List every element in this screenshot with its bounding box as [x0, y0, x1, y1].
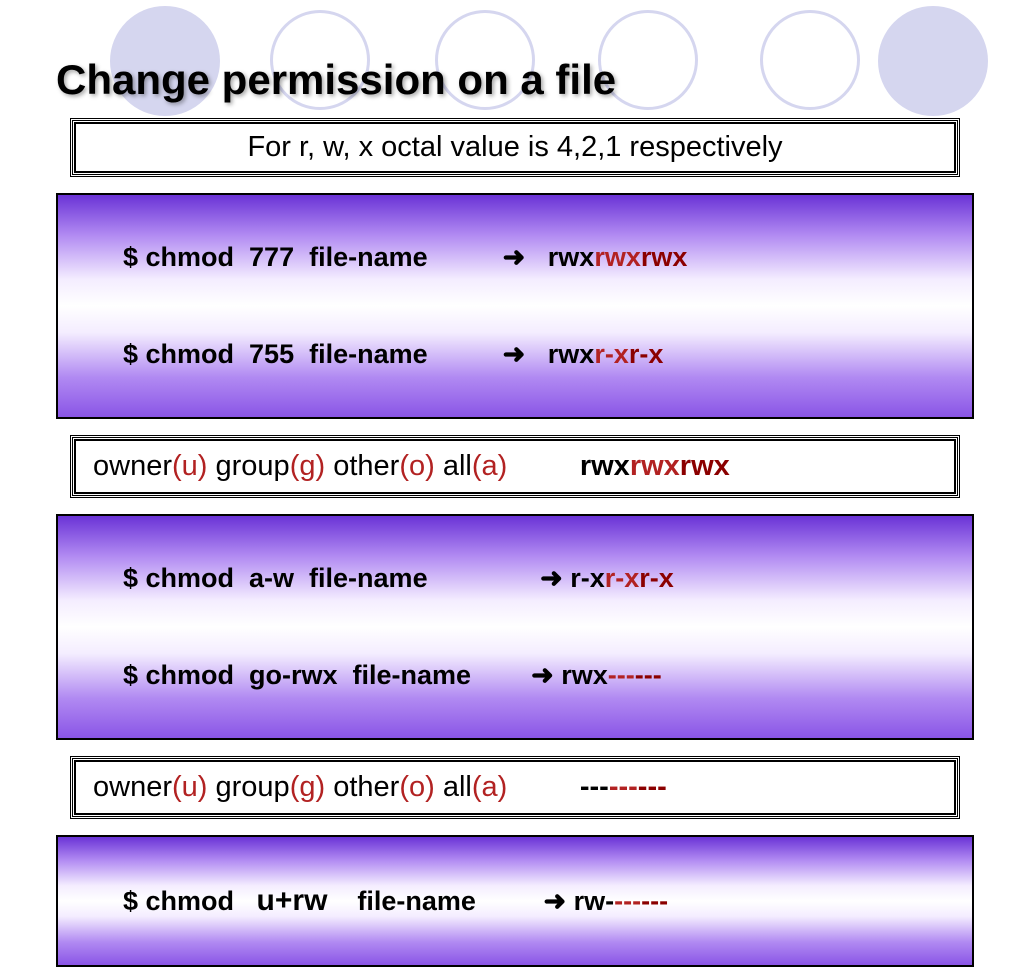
perm-owner: rwx [548, 242, 595, 272]
chmod-777-line: $ chmod 777 file-name ➜ rwxrwxrwx [78, 211, 952, 304]
slide-content: Change permission on a file For r, w, x … [0, 0, 1024, 967]
legend-text: owner(u) group(g) other(o) all(a) [93, 771, 515, 803]
perm-group: --- [608, 660, 635, 690]
cmd-text: $ chmod 777 file-name [123, 242, 428, 272]
chmod-octal-examples: $ chmod 777 file-name ➜ rwxrwxrwx $ chmo… [56, 193, 974, 419]
legend-group-code: (g) [290, 771, 325, 803]
perm-other: --- [641, 886, 668, 916]
legend-owner-code: (u) [172, 450, 207, 482]
legend-group-code: (g) [290, 450, 325, 482]
legend-other: other [333, 771, 399, 803]
perm-group: --- [614, 886, 641, 916]
legend-all-code: (a) [472, 771, 507, 803]
legend-classes-2: owner(u) group(g) other(o) all(a) ------… [70, 756, 960, 819]
arrow-icon: ➜ [503, 242, 526, 272]
perm-owner: --- [580, 771, 609, 803]
legend-other: other [333, 450, 399, 482]
chmod-symbolic-examples: $ chmod a-w file-name ➜ r-xr-xr-x $ chmo… [56, 514, 974, 740]
legend-all: all [443, 771, 472, 803]
perm-owner: r-x [570, 563, 605, 593]
legend-group: group [216, 450, 290, 482]
legend-group: group [216, 771, 290, 803]
chmod-755-line: $ chmod 755 file-name ➜ rwxr-xr-x [78, 308, 952, 401]
perm-group: r-x [605, 563, 640, 593]
perm-group: rwx [630, 450, 680, 482]
perm-other: rwx [641, 242, 688, 272]
cmd-text: $ chmod 755 file-name [123, 339, 428, 369]
perm-example: rwxrwxrwx [515, 450, 729, 482]
legend-owner: owner [93, 771, 172, 803]
chmod-gorwx-line: $ chmod go-rwx file-name ➜ rwx------ [78, 629, 952, 722]
legend-text: owner(u) group(g) other(o) all(a) [93, 450, 515, 482]
perm-example: --------- [515, 771, 666, 803]
arrow-icon: ➜ [531, 660, 554, 690]
perm-owner: rwx [580, 450, 630, 482]
cmd-post: file-name [327, 886, 476, 916]
arrow-icon: ➜ [540, 563, 563, 593]
legend-other-code: (o) [399, 450, 434, 482]
perm-owner: rwx [561, 660, 608, 690]
arrow-icon: ➜ [503, 339, 526, 369]
perm-other: rwx [680, 450, 730, 482]
cmd-text: $ chmod go-rwx file-name [123, 660, 471, 690]
perm-group: --- [609, 771, 638, 803]
cmd-text: $ chmod a-w file-name [123, 563, 428, 593]
perm-other: r-x [629, 339, 664, 369]
perm-other: --- [638, 771, 667, 803]
perm-owner: rw- [574, 886, 615, 916]
legend-owner: owner [93, 450, 172, 482]
legend-all-code: (a) [472, 450, 507, 482]
perm-owner: rwx [548, 339, 595, 369]
arrow-icon: ➜ [543, 886, 566, 916]
chmod-urw-line: $ chmod u+rw file-name ➜ rw------- [78, 853, 952, 949]
slide-title: Change permission on a file [56, 56, 974, 104]
perm-group: r-x [594, 339, 629, 369]
cmd-pre: $ chmod [123, 886, 257, 916]
cmd-mode: u+rw [257, 884, 328, 917]
octal-note-box: For r, w, x octal value is 4,2,1 respect… [70, 118, 960, 177]
legend-other-code: (o) [399, 771, 434, 803]
chmod-aw-line: $ chmod a-w file-name ➜ r-xr-xr-x [78, 532, 952, 625]
legend-all: all [443, 450, 472, 482]
legend-classes-1: owner(u) group(g) other(o) all(a) rwxrwx… [70, 435, 960, 498]
perm-other: --- [635, 660, 662, 690]
legend-owner-code: (u) [172, 771, 207, 803]
chmod-urw-example: $ chmod u+rw file-name ➜ rw------- [56, 835, 974, 967]
perm-group: rwx [594, 242, 641, 272]
perm-other: r-x [639, 563, 674, 593]
